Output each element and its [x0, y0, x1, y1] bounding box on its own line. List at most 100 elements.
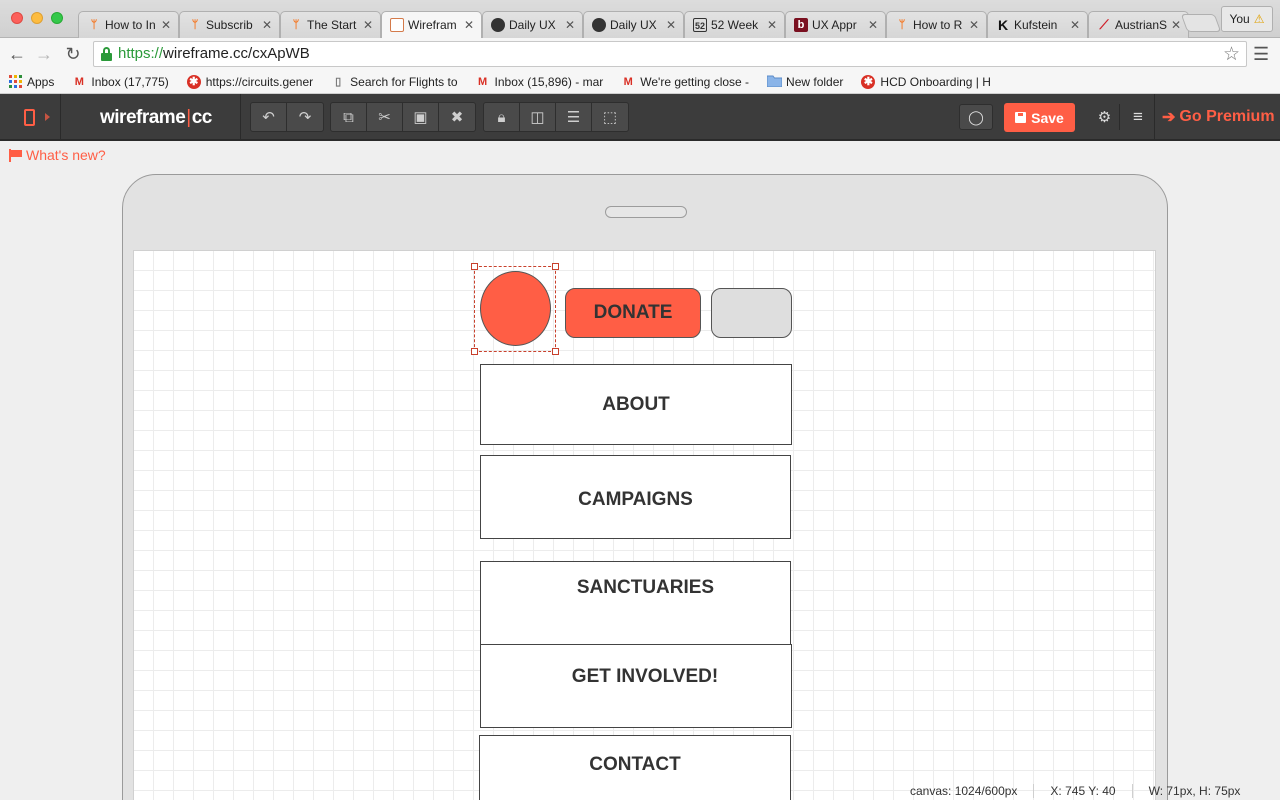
- cut-button[interactable]: ✂: [367, 103, 403, 131]
- tab-label: The Start: [307, 18, 357, 32]
- menu-box-about[interactable]: ABOUT: [480, 364, 792, 445]
- bookmark-label: HCD Onboarding | H: [880, 74, 991, 89]
- flag-icon: [9, 148, 23, 162]
- close-icon[interactable]: ✕: [463, 18, 475, 32]
- device-selector-button[interactable]: [0, 94, 61, 141]
- close-icon[interactable]: ✕: [968, 18, 980, 32]
- settings-button[interactable]: ⚙: [1090, 104, 1120, 130]
- bookmark-item[interactable]: ✱ HCD Onboarding | H: [861, 74, 991, 89]
- logo-separator: |: [186, 107, 191, 128]
- tab-label: Kufstein: [1014, 18, 1058, 32]
- redo-icon: ↷: [298, 109, 312, 126]
- close-icon[interactable]: ✕: [160, 18, 172, 32]
- close-icon[interactable]: ✕: [766, 18, 778, 32]
- delete-button[interactable]: ✖: [439, 103, 475, 131]
- browser-tab[interactable]: K Kufstein ✕: [987, 11, 1088, 38]
- menu-box-get-involved[interactable]: GET INVOLVED!: [480, 644, 792, 728]
- paste-icon: ▣: [413, 109, 428, 126]
- browser-tab[interactable]: ⟋ AustrianS ✕: [1088, 11, 1189, 38]
- hubspot-icon: ᛘ: [292, 19, 300, 31]
- donate-button-shape[interactable]: DONATE: [565, 288, 701, 338]
- selection-box[interactable]: [471, 263, 559, 355]
- close-icon[interactable]: ✕: [665, 18, 677, 32]
- close-icon[interactable]: ✕: [261, 18, 273, 32]
- go-premium-link[interactable]: ➔ Go Premium: [1162, 107, 1275, 127]
- paste-button[interactable]: ▣: [403, 103, 439, 131]
- resize-handle[interactable]: [552, 348, 559, 355]
- browser-tab[interactable]: b UX Appr ✕: [785, 11, 886, 38]
- scissors-icon: ✂: [378, 109, 391, 126]
- tab-list: ᛘ How to In ✕ ᛘ Subscrib ✕ ᛘ The Start ✕…: [78, 11, 1189, 38]
- bookmark-apps[interactable]: Apps: [8, 74, 54, 89]
- maximize-window-button[interactable]: [51, 12, 63, 24]
- delete-x-icon: ✖: [450, 109, 464, 126]
- browser-tab[interactable]: ᛘ How to R ✕: [886, 11, 987, 38]
- k-icon: K: [997, 17, 1009, 33]
- comment-button[interactable]: ◯: [959, 104, 993, 130]
- bookmark-item[interactable]: M We're getting close -: [621, 75, 749, 89]
- logo-text: wireframe: [100, 107, 186, 128]
- phone-icon: [24, 109, 35, 126]
- menu-box-label: CONTACT: [589, 754, 681, 775]
- save-button[interactable]: Save: [1004, 103, 1075, 132]
- bookmark-item[interactable]: M Inbox (17,775): [72, 75, 169, 89]
- browser-tab-active[interactable]: Wirefram ✕: [381, 11, 482, 38]
- duplicate-button[interactable]: ⧉: [331, 103, 367, 131]
- tab-label: Subscrib: [206, 18, 253, 32]
- whats-new-link[interactable]: What's new?: [9, 147, 106, 163]
- chrome-menu-icon[interactable]: ☰: [1253, 44, 1269, 65]
- profile-button[interactable]: You ⚠: [1221, 6, 1273, 32]
- tab-label: How to R: [913, 18, 963, 32]
- browser-tab[interactable]: ᛘ The Start ✕: [280, 11, 381, 38]
- undo-button[interactable]: ↶: [251, 103, 287, 131]
- reload-icon[interactable]: ↻: [61, 42, 85, 66]
- dailyux-icon: [491, 18, 505, 32]
- browser-tab[interactable]: ᛘ Subscrib ✕: [179, 11, 280, 38]
- app-logo: wireframe|cc: [100, 107, 212, 129]
- forward-arrow-icon[interactable]: →: [32, 42, 56, 66]
- tab-label: AustrianS: [1115, 18, 1168, 32]
- menu-box-campaigns[interactable]: CAMPAIGNS: [480, 455, 791, 539]
- menu-box-contact[interactable]: CONTACT: [479, 735, 791, 800]
- group-button[interactable]: ⬚: [592, 103, 628, 131]
- back-arrow-icon[interactable]: ←: [5, 42, 29, 66]
- bookmark-item[interactable]: ✱ https://circuits.gener: [186, 74, 313, 89]
- close-icon[interactable]: ✕: [867, 18, 879, 32]
- page-icon: ▯: [335, 75, 342, 88]
- browser-tab[interactable]: ᛘ How to In ✕: [78, 11, 179, 38]
- browser-tab[interactable]: Daily UX ✕: [583, 11, 684, 38]
- menu-box-sanctuaries[interactable]: SANCTUARIES: [480, 561, 791, 646]
- bookmark-label: Search for Flights to: [350, 74, 458, 89]
- close-icon[interactable]: ✕: [362, 18, 374, 32]
- clipboard-group: ⧉ ✂ ▣ ✖: [330, 102, 476, 132]
- arrange-button[interactable]: ◫: [520, 103, 556, 131]
- bookmark-item[interactable]: M Inbox (15,896) - mar: [476, 75, 603, 89]
- grey-button-shape[interactable]: [711, 288, 792, 338]
- address-bar[interactable]: https://wireframe.cc/cxApWB ☆: [93, 41, 1247, 67]
- tab-label: How to In: [105, 18, 156, 32]
- lock-button[interactable]: 🔒︎: [484, 103, 520, 131]
- bookmarks-bar: Apps M Inbox (17,775) ✱ https://circuits…: [0, 70, 1280, 94]
- close-window-button[interactable]: [11, 12, 23, 24]
- position-readout: X: 745 Y: 40: [1050, 783, 1116, 798]
- bookmark-item[interactable]: ▯ Search for Flights to: [331, 75, 457, 89]
- save-label: Save: [1031, 109, 1064, 126]
- bookmark-folder[interactable]: New folder: [766, 75, 843, 89]
- url-path: wireframe.cc/cxApWB: [163, 45, 310, 62]
- close-icon[interactable]: ✕: [564, 18, 576, 32]
- resize-handle[interactable]: [471, 348, 478, 355]
- close-icon[interactable]: ✕: [1069, 18, 1081, 32]
- new-tab-button[interactable]: [1180, 14, 1222, 32]
- browser-tab[interactable]: Daily UX ✕: [482, 11, 583, 38]
- resize-handle[interactable]: [471, 263, 478, 270]
- hubspot-icon: ᛘ: [90, 19, 98, 31]
- align-button[interactable]: ☰: [556, 103, 592, 131]
- close-icon[interactable]: ✕: [1170, 18, 1182, 32]
- resize-handle[interactable]: [552, 263, 559, 270]
- undo-icon: ↶: [262, 109, 275, 126]
- menu-button[interactable]: ≡: [1126, 104, 1150, 130]
- bookmark-star-icon[interactable]: ☆: [1223, 43, 1240, 67]
- minimize-window-button[interactable]: [31, 12, 43, 24]
- browser-tab[interactable]: 52 52 Week ✕: [684, 11, 785, 38]
- redo-button[interactable]: ↷: [287, 103, 323, 131]
